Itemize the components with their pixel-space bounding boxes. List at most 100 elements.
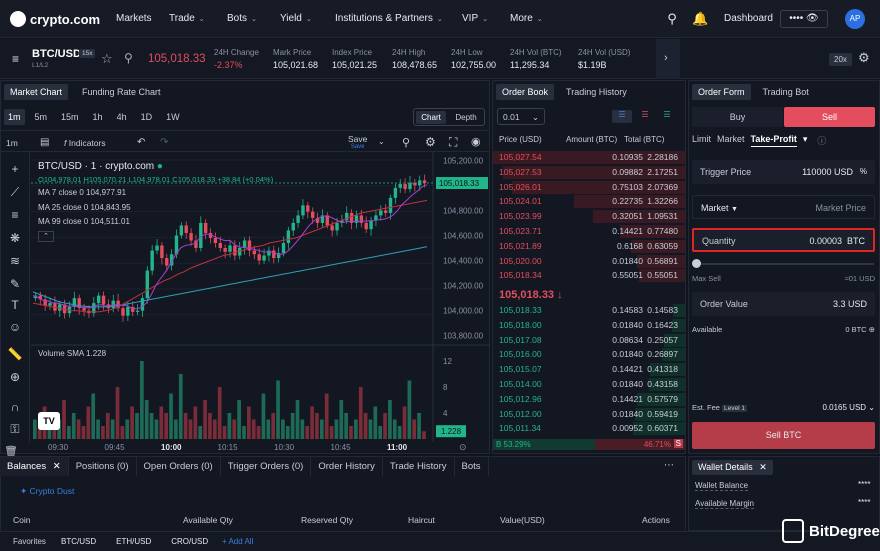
pair-name[interactable]: BTC/USD (32, 48, 81, 60)
tab-order-history[interactable]: Order History (311, 457, 383, 476)
ob-bid-row[interactable]: 105,016.00 0.01840 0.26897 (493, 347, 685, 362)
ruler-icon[interactable]: 📏 (6, 347, 24, 365)
view-asks-icon[interactable]: ☰ (637, 110, 653, 123)
interval-1D[interactable]: 1D (137, 109, 157, 125)
save-layout-button[interactable]: Save Save (348, 134, 367, 150)
order-type-market[interactable]: Market (717, 134, 745, 147)
tab-order-book[interactable]: Order Book (496, 84, 555, 100)
star-icon[interactable]: ☆ (101, 51, 113, 67)
ob-bid-row[interactable]: 105,012.96 0.14421 0.57579 (493, 392, 685, 407)
ob-bid-row[interactable]: 105,018.33 0.14583 0.14583 (493, 303, 685, 318)
more-options-icon[interactable]: ⋯ (664, 460, 674, 471)
interval-15m[interactable]: 15m (57, 109, 83, 125)
ob-ask-row[interactable]: 105,027.53 0.09882 2.17251 (493, 165, 685, 180)
pitchfork-icon[interactable]: ❋ (6, 231, 24, 249)
tab-bots[interactable]: Bots (455, 457, 489, 476)
wallet-details-tab[interactable]: Wallet Details ✕ (692, 460, 773, 475)
undo-icon[interactable]: ↶ (137, 137, 145, 148)
market-price-field[interactable]: Market ▼ Market Price (692, 195, 875, 219)
ticker-scroll-right[interactable]: › (656, 39, 680, 79)
dashboard-link[interactable]: Dashboard (724, 13, 773, 24)
zoom-in-icon[interactable]: ⊕ (6, 370, 24, 388)
tab-funding-rate-chart[interactable]: Funding Rate Chart (76, 84, 167, 100)
nav-trade[interactable]: Trade ⌄ (169, 13, 205, 24)
emoji-icon[interactable]: ☺ (6, 320, 24, 338)
candle-type-icon[interactable]: ▤ (40, 137, 49, 148)
ob-ask-row[interactable]: 105,023.99 0.32051 1.09531 (493, 209, 685, 224)
brush-icon[interactable]: ✎ (6, 277, 24, 295)
favorite-btc-usd[interactable]: BTC/USD (61, 537, 96, 546)
toolbar-interval[interactable]: 1m (6, 138, 18, 148)
redo-icon[interactable]: ↷ (160, 137, 168, 148)
indicators-button[interactable]: f Indicators (64, 138, 106, 148)
interval-1W[interactable]: 1W (162, 109, 184, 125)
info-icon[interactable]: ⓘ (817, 134, 826, 147)
ob-bid-row[interactable]: 105,012.00 0.01840 0.59419 (493, 407, 685, 422)
ob-ask-row[interactable]: 105,023.71 0.14421 0.77480 (493, 224, 685, 239)
order-type-take-profit[interactable]: Take-Profit (750, 134, 797, 147)
nav-institutions-partners[interactable]: Institutions & Partners ⌄ (335, 13, 443, 24)
precision-select[interactable]: 0.01 ⌄ (497, 108, 545, 125)
ob-bid-row[interactable]: 105,017.08 0.08634 0.25057 (493, 333, 685, 348)
ob-ask-row[interactable]: 105,026.01 0.75103 2.07369 (493, 180, 685, 195)
nav-bots[interactable]: Bots ⌄ (227, 13, 257, 24)
buy-tab[interactable]: Buy (692, 107, 783, 127)
camera-icon[interactable]: ◉ (471, 135, 481, 148)
pin-icon[interactable]: ⚲ (124, 51, 133, 65)
pair-selector-icon[interactable]: ≡ (12, 52, 19, 66)
ob-ask-row[interactable]: 105,024.01 0.22735 1.32266 (493, 194, 685, 209)
tab-trading-history[interactable]: Trading History (560, 84, 633, 100)
sell-btc-button[interactable]: Sell BTC (692, 422, 875, 449)
ob-bid-row[interactable]: 105,015.07 0.14421 0.41318 (493, 362, 685, 377)
quantity-field[interactable]: Quantity 0.00003 BTC (692, 228, 875, 252)
balance-hidden-toggle[interactable]: •••• 👁 (780, 10, 828, 28)
chart-reset-icon[interactable]: ⊙ (459, 442, 467, 452)
tab-positions-[interactable]: Positions (0) (69, 457, 137, 476)
trendline-icon[interactable]: ⟋ (6, 185, 24, 203)
interval-5m[interactable]: 5m (31, 109, 52, 125)
view-bids-icon[interactable]: ☰ (659, 110, 675, 123)
add-funds-icon[interactable]: ⊕ (869, 325, 875, 334)
chart-settings-icon[interactable]: ⚙ (425, 135, 436, 149)
caret-down-icon[interactable]: ▾ (803, 134, 808, 147)
ob-ask-row[interactable]: 105,021.89 0.6168 0.63059 (493, 239, 685, 254)
horizontal-lines-icon[interactable]: ≡ (6, 208, 24, 226)
tab-trigger-orders-[interactable]: Trigger Orders (0) (221, 457, 312, 476)
ob-bid-row[interactable]: 105,011.34 0.00952 0.60371 (493, 421, 685, 436)
tab-market-chart[interactable]: Market Chart (4, 84, 69, 100)
nav-yield[interactable]: Yield ⌄ (280, 13, 312, 24)
tab-trading-bot[interactable]: Trading Bot (757, 84, 815, 100)
est-fee-value[interactable]: 0.0165 USD ⌄ (810, 403, 875, 412)
ob-ask-row[interactable]: 105,018.34 0.55051 0.55051 (493, 268, 685, 283)
nav-markets[interactable]: Markets (116, 13, 152, 24)
ob-bid-row[interactable]: 105,014.00 0.01840 0.43158 (493, 377, 685, 392)
text-tool-icon[interactable]: T (6, 298, 24, 316)
tab-open-orders-[interactable]: Open Orders (0) (137, 457, 221, 476)
quantity-slider-handle[interactable] (692, 259, 701, 268)
close-icon[interactable]: ✕ (50, 461, 61, 472)
favorite-cro-usd[interactable]: CRO/USD (171, 537, 208, 546)
view-both-icon[interactable]: ☰ (612, 110, 632, 123)
magnet-icon[interactable]: ∩ (6, 400, 24, 418)
order-type-limit[interactable]: Limit (692, 134, 711, 147)
fib-icon[interactable]: ≋ (6, 254, 24, 272)
chevron-down-icon[interactable]: ⌄ (378, 137, 385, 146)
interval-4h[interactable]: 4h (113, 109, 131, 125)
close-icon[interactable]: ✕ (759, 462, 767, 472)
crypto-com-logo[interactable]: crypto.com (10, 11, 100, 27)
lock-icon[interactable]: ⚿ (6, 422, 24, 440)
tab-order-form[interactable]: Order Form (692, 84, 751, 100)
view-depth[interactable]: Depth (450, 111, 481, 124)
interval-1h[interactable]: 1h (89, 109, 107, 125)
tradingview-logo[interactable]: TV (38, 412, 60, 430)
tab-balances[interactable]: Balances ✕ (0, 457, 69, 476)
nav-more[interactable]: More ⌄ (510, 13, 543, 24)
ob-ask-row[interactable]: 105,020.00 0.01840 0.56891 (493, 254, 685, 269)
zoom-search-icon[interactable]: ⚲ (402, 136, 410, 149)
trigger-price-field[interactable]: Trigger Price 110000 USD% (692, 160, 875, 184)
order-value-field[interactable]: Order Value 3.3 USD (692, 292, 875, 316)
bell-icon[interactable]: 🔔 (692, 11, 708, 27)
crypto-dust-link[interactable]: ✦ Crypto Dust (20, 486, 74, 497)
interval-1m[interactable]: 1m (4, 109, 25, 125)
settings-gear-icon[interactable]: ⚙ (858, 50, 870, 66)
